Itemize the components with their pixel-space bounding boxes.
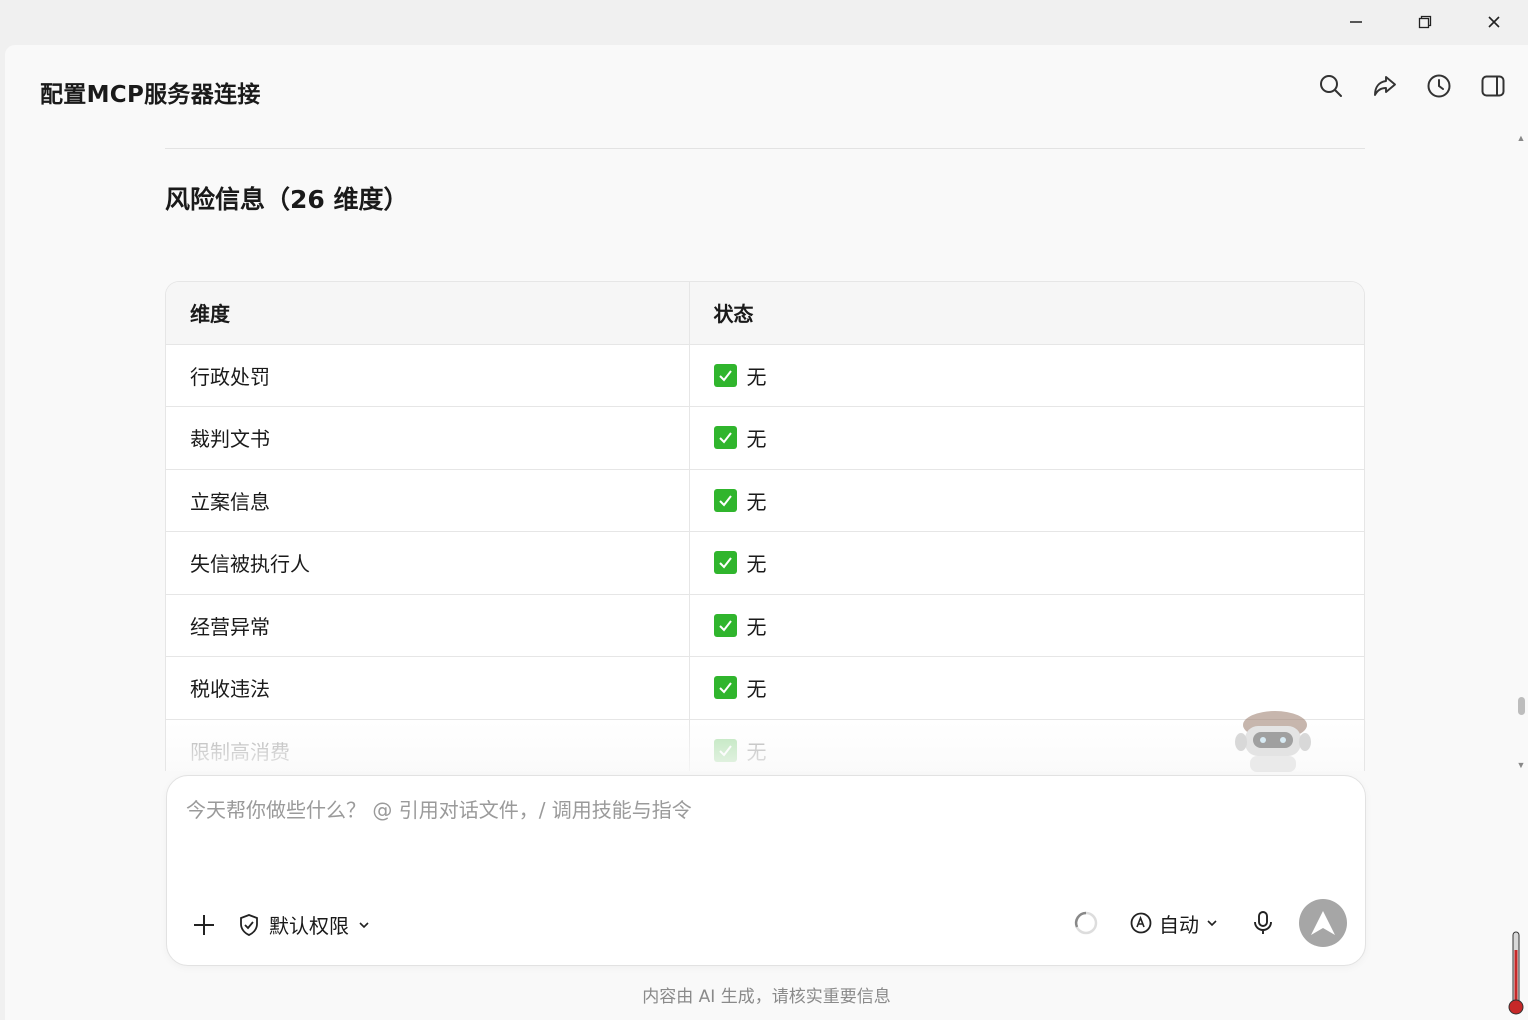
scroll-down-arrow[interactable]: ▼: [1516, 760, 1526, 770]
risk-table-container: 维度 状态 行政处罚 无 裁判文书 无 立案信息 无 失信被执行人 无 经营异常…: [165, 281, 1365, 771]
status-cell: 无: [689, 531, 1364, 595]
history-button[interactable]: [1426, 73, 1452, 99]
checkmark-icon: [713, 426, 737, 450]
composer-right-actions: 自动: [1073, 899, 1347, 947]
main-panel: 配置MCP服务器连接 风险信息（26 维度） 维度 状态 行政处罚 无 裁判文书…: [5, 45, 1528, 1020]
page-title: 配置MCP服务器连接: [40, 82, 261, 108]
table-header-row: 维度 状态: [166, 282, 1364, 345]
status-cell: 无: [689, 469, 1364, 532]
microphone-icon[interactable]: [1251, 910, 1275, 936]
search-icon: [1320, 75, 1342, 97]
auto-mode-icon: [1130, 912, 1152, 934]
share-icon: [1374, 76, 1396, 96]
minimize-button[interactable]: [1321, 0, 1390, 44]
header-actions: [1318, 73, 1506, 99]
chevron-down-icon: [359, 921, 369, 928]
window-controls: [1321, 0, 1528, 44]
status-cell: 无: [689, 344, 1364, 407]
status-text: 无: [746, 489, 767, 514]
add-attachment-button[interactable]: [191, 912, 217, 938]
plus-icon: [194, 914, 214, 935]
status-cell: 无: [689, 594, 1364, 657]
risk-table: 维度 状态 行政处罚 无 裁判文书 无 立案信息 无 失信被执行人 无 经营异常…: [166, 282, 1364, 771]
scroll-up-arrow[interactable]: ▲: [1516, 133, 1526, 143]
section-title: 风险信息（26 维度）: [165, 185, 409, 214]
status-text: 无: [746, 427, 767, 452]
scrollbar-thumb[interactable]: [1518, 697, 1525, 715]
table-row: 税收违法 无: [166, 656, 1364, 720]
dimension-cell: 限制高消费: [166, 719, 690, 771]
status-text: 无: [746, 739, 767, 764]
status-text: 无: [746, 552, 767, 577]
status-text: 无: [746, 614, 767, 639]
divider: [165, 148, 1365, 149]
restore-button[interactable]: [1390, 0, 1459, 44]
table-row: 立案信息 无: [166, 469, 1364, 532]
column-header-status: 状态: [689, 282, 1364, 345]
status-cell: 无: [689, 406, 1364, 470]
dimension-cell: 税收违法: [166, 656, 690, 720]
close-button[interactable]: [1459, 0, 1528, 44]
mode-selector[interactable]: 自动: [1129, 909, 1219, 938]
thermometer-icon: [1508, 931, 1524, 1015]
send-button[interactable]: [1299, 899, 1347, 947]
close-icon: [1487, 16, 1500, 28]
restore-icon: [1418, 15, 1431, 29]
checkmark-icon: [713, 551, 737, 575]
table-row: 经营异常 无: [166, 594, 1364, 657]
sidebar-toggle-icon: [1481, 75, 1505, 97]
composer-left-actions: 默认权限: [191, 910, 371, 939]
column-header-dimension: 维度: [166, 282, 690, 345]
checkmark-icon: [713, 488, 737, 512]
history-icon: [1427, 74, 1451, 98]
loading-spinner-icon: [1074, 911, 1098, 935]
minimize-icon: [1349, 21, 1362, 23]
send-arrow-icon: [1311, 911, 1335, 935]
table-row: 裁判文书 无: [166, 406, 1364, 470]
dimension-cell: 失信被执行人: [166, 531, 690, 595]
permission-label: 默认权限: [269, 914, 349, 938]
search-button[interactable]: [1318, 73, 1344, 99]
mode-label: 自动: [1159, 912, 1199, 937]
dimension-cell: 裁判文书: [166, 406, 690, 470]
disclaimer-text: 内容由 AI 生成，请核实重要信息: [642, 987, 891, 1007]
chevron-down-icon: [1207, 920, 1217, 927]
dimension-cell: 行政处罚: [166, 344, 690, 407]
permission-selector[interactable]: 默认权限: [237, 910, 371, 939]
shield-check-icon: [240, 913, 258, 936]
checkmark-icon: [713, 738, 737, 762]
sidebar-toggle-button[interactable]: [1480, 73, 1506, 99]
checkmark-icon: [713, 363, 737, 387]
checkmark-icon: [713, 613, 737, 637]
composer-input[interactable]: 今天帮你做些什么？ @ 引用对话文件，/ 调用技能与指令: [186, 794, 692, 823]
table-row: 失信被执行人 无: [166, 531, 1364, 595]
chat-header: 配置MCP服务器连接: [5, 45, 1528, 137]
mascot-robot-icon: [1235, 711, 1311, 772]
table-row: 行政处罚 无: [166, 344, 1364, 407]
status-text: 无: [746, 364, 767, 389]
status-text: 无: [746, 677, 767, 702]
checkmark-icon: [713, 676, 737, 700]
message-composer[interactable]: 今天帮你做些什么？ @ 引用对话文件，/ 调用技能与指令 默认权限 自动: [166, 775, 1366, 966]
share-button[interactable]: [1372, 73, 1398, 99]
table-row: 限制高消费 无: [166, 719, 1364, 771]
dimension-cell: 立案信息: [166, 469, 690, 532]
dimension-cell: 经营异常: [166, 594, 690, 657]
